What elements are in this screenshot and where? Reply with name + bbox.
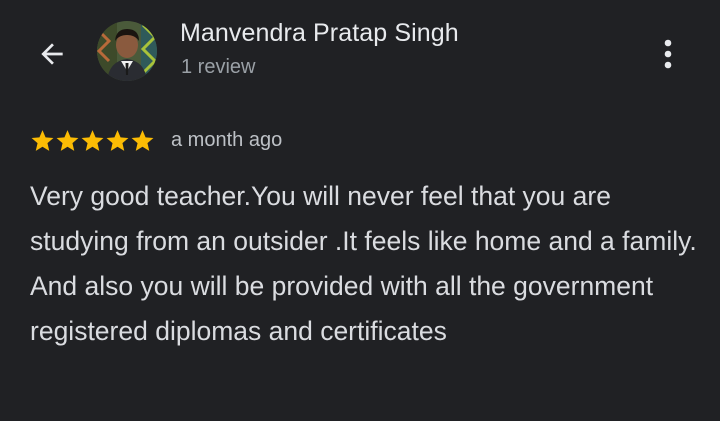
star-rating <box>30 128 155 153</box>
star-icon <box>106 129 129 151</box>
review-text: Very good teacher.You will never feel th… <box>30 174 710 354</box>
more-options-button[interactable] <box>648 30 688 78</box>
star-icon <box>56 129 79 151</box>
rating-row: a month ago <box>30 126 282 154</box>
user-avatar-icon <box>97 21 157 81</box>
reviewer-name[interactable]: Manvendra Pratap Singh <box>180 19 459 48</box>
review-paragraph: Very good teacher.You will never feel th… <box>30 181 697 256</box>
avatar[interactable] <box>97 21 157 81</box>
more-vert-icon <box>664 39 672 69</box>
back-button[interactable] <box>28 30 76 78</box>
review-time: a month ago <box>171 128 283 151</box>
star-icon <box>31 129 54 151</box>
star-icon <box>131 129 154 151</box>
arrow-back-icon <box>41 43 63 65</box>
review-paragraph: And also you will be provided with all t… <box>30 271 654 346</box>
review-count: 1 review <box>181 56 256 78</box>
star-icon <box>81 129 104 151</box>
